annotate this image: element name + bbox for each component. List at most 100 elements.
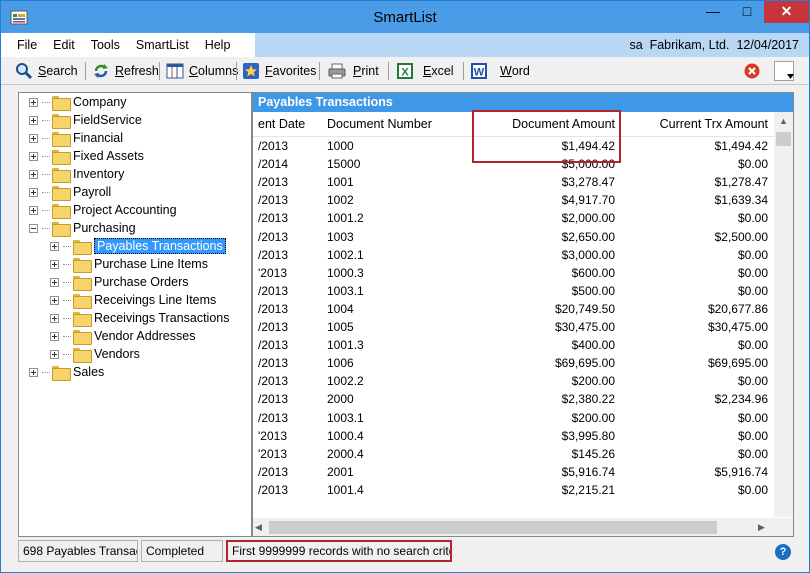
tree-item-payables-transactions[interactable]: Payables Transactions (50, 237, 226, 255)
cell-document-number: 1002.1 (327, 247, 364, 262)
expand-icon[interactable] (29, 187, 38, 197)
cell-current-trx-amount: $0.00 (737, 410, 768, 425)
table-row[interactable]: /2013 1002 $4,917.70 $1,639.34 (253, 191, 774, 210)
table-row[interactable]: /2013 1002.1 $3,000.00 $0.00 (253, 246, 774, 265)
smartlist-window: SmartList — □ ✕ File Edit Tools SmartLis… (0, 0, 810, 573)
tree-item-receivings-line-items[interactable]: Receivings Line Items (50, 291, 216, 309)
column-header-current-trx-amount[interactable]: Current Trx Amount (625, 112, 768, 137)
table-row[interactable]: /2013 1003.1 $500.00 $0.00 (253, 282, 774, 301)
expand-icon[interactable] (29, 151, 38, 161)
expand-icon[interactable] (50, 295, 59, 305)
tree-item-purchasing[interactable]: Purchasing (29, 219, 136, 237)
table-row[interactable]: /2013 1006 $69,695.00 $69,695.00 (253, 354, 774, 373)
scroll-right-arrow-icon[interactable]: ▶ (758, 518, 772, 536)
tree-item-project-accounting[interactable]: Project Accounting (29, 201, 177, 219)
excel-icon: X (397, 63, 413, 79)
tree-item-financial[interactable]: Financial (29, 129, 123, 147)
table-row[interactable]: '2013 1000.3 $600.00 $0.00 (253, 264, 774, 283)
tree-item-purchase-line-items[interactable]: Purchase Line Items (50, 255, 208, 273)
table-row[interactable]: /2013 1001.4 $2,215.21 $0.00 (253, 481, 774, 500)
word-button[interactable]: W Word (470, 60, 530, 82)
minimize-button[interactable]: — (696, 1, 730, 23)
vertical-scroll-thumb[interactable] (776, 132, 791, 146)
tree-item-fixed-assets[interactable]: Fixed Assets (29, 147, 144, 165)
collapse-icon[interactable] (29, 223, 38, 233)
expand-icon[interactable] (29, 367, 38, 377)
window-options-dropdown[interactable] (774, 61, 794, 81)
table-row[interactable]: /2013 1001.3 $400.00 $0.00 (253, 336, 774, 355)
table-row[interactable]: '2013 1000.4 $3,995.80 $0.00 (253, 427, 774, 446)
scroll-up-arrow-icon[interactable]: ▲ (774, 112, 793, 130)
menu-tools[interactable]: Tools (83, 33, 128, 57)
cancel-icon[interactable] (744, 63, 760, 79)
expand-icon[interactable] (50, 313, 59, 323)
tree-label: Purchasing (73, 221, 136, 235)
expand-icon[interactable] (50, 241, 59, 251)
tree-item-vendor-addresses[interactable]: Vendor Addresses (50, 327, 195, 345)
table-row[interactable]: /2013 1001 $3,278.47 $1,278.47 (253, 173, 774, 192)
table-row[interactable]: /2013 1001.2 $2,000.00 $0.00 (253, 209, 774, 228)
tree-item-purchase-orders[interactable]: Purchase Orders (50, 273, 188, 291)
column-header-document-number[interactable]: Document Number (327, 112, 432, 137)
column-header-document-date[interactable]: ent Date (258, 112, 305, 137)
menu-smartlist[interactable]: SmartList (128, 33, 197, 57)
vertical-scrollbar[interactable]: ▲ (774, 112, 793, 517)
horizontal-scrollbar[interactable]: ◀ ▶ (253, 518, 793, 536)
expand-icon[interactable] (29, 115, 38, 125)
expand-icon[interactable] (50, 349, 59, 359)
excel-button[interactable]: X Excel (396, 60, 454, 82)
maximize-button[interactable]: □ (730, 1, 764, 23)
expand-icon[interactable] (29, 133, 38, 143)
refresh-button[interactable]: Refresh (92, 60, 159, 82)
table-row[interactable]: /2013 1005 $30,475.00 $30,475.00 (253, 318, 774, 337)
folder-icon (73, 293, 92, 309)
expand-icon[interactable] (50, 259, 59, 269)
table-row[interactable]: /2013 2001 $5,916.74 $5,916.74 (253, 463, 774, 482)
expand-icon[interactable] (50, 277, 59, 287)
scroll-left-arrow-icon[interactable]: ◀ (255, 518, 269, 536)
menu-file[interactable]: File (9, 33, 45, 57)
tree-label: Receivings Line Items (94, 293, 217, 307)
tree-label: Financial (73, 131, 124, 145)
cell-current-trx-amount: $0.00 (737, 374, 768, 389)
expand-icon[interactable] (29, 169, 38, 179)
cell-document-amount: $2,650.00 (561, 229, 615, 244)
search-button[interactable]: Search (15, 60, 78, 82)
help-icon[interactable]: ? (775, 544, 791, 560)
expand-icon[interactable] (29, 205, 38, 215)
cell-document-date: /2013 (258, 229, 289, 244)
cell-document-number: 1005 (327, 320, 354, 334)
columns-button[interactable]: Columns (166, 60, 238, 82)
tree-item-vendors[interactable]: Vendors (50, 345, 140, 363)
tree-item-sales[interactable]: Sales (29, 363, 104, 381)
expand-icon[interactable] (29, 97, 38, 107)
tree-item-payroll[interactable]: Payroll (29, 183, 111, 201)
word-icon: W (471, 63, 487, 79)
tree-item-receivings-transactions[interactable]: Receivings Transactions (50, 309, 229, 327)
tree-item-fieldservice[interactable]: FieldService (29, 111, 142, 129)
menu-help[interactable]: Help (197, 33, 239, 57)
table-row[interactable]: /2013 1002.2 $200.00 $0.00 (253, 372, 774, 391)
print-button[interactable]: Print (326, 60, 379, 82)
favorites-button[interactable]: Favorites (242, 60, 316, 82)
expand-icon[interactable] (50, 331, 59, 341)
cell-document-amount: $3,278.47 (561, 175, 615, 190)
status-record-count: 698 Payables Transac (18, 540, 138, 562)
table-row[interactable]: /2013 1003 $2,650.00 $2,500.00 (253, 228, 774, 247)
table-row[interactable]: /2013 2000 $2,380.22 $2,234.96 (253, 390, 774, 409)
cell-current-trx-amount: $0.00 (737, 265, 768, 280)
table-row[interactable]: /2013 1003.1 $200.00 $0.00 (253, 409, 774, 428)
toolbar-separator (319, 62, 320, 80)
table-row[interactable]: '2013 2000.4 $145.26 $0.00 (253, 445, 774, 464)
table-row[interactable]: /2013 1004 $20,749.50 $20,677.86 (253, 300, 774, 319)
tree-item-company[interactable]: Company (29, 93, 127, 111)
tree-item-inventory[interactable]: Inventory (29, 165, 124, 183)
menu-edit[interactable]: Edit (45, 33, 83, 57)
folder-icon (73, 311, 92, 327)
cell-current-trx-amount: $0.00 (737, 428, 768, 443)
folder-icon (52, 95, 71, 111)
title-bar[interactable]: SmartList — □ ✕ (1, 1, 809, 33)
close-window-button[interactable]: ✕ (764, 1, 809, 23)
horizontal-scroll-thumb[interactable] (269, 521, 717, 534)
tree-label: Project Accounting (73, 203, 177, 217)
